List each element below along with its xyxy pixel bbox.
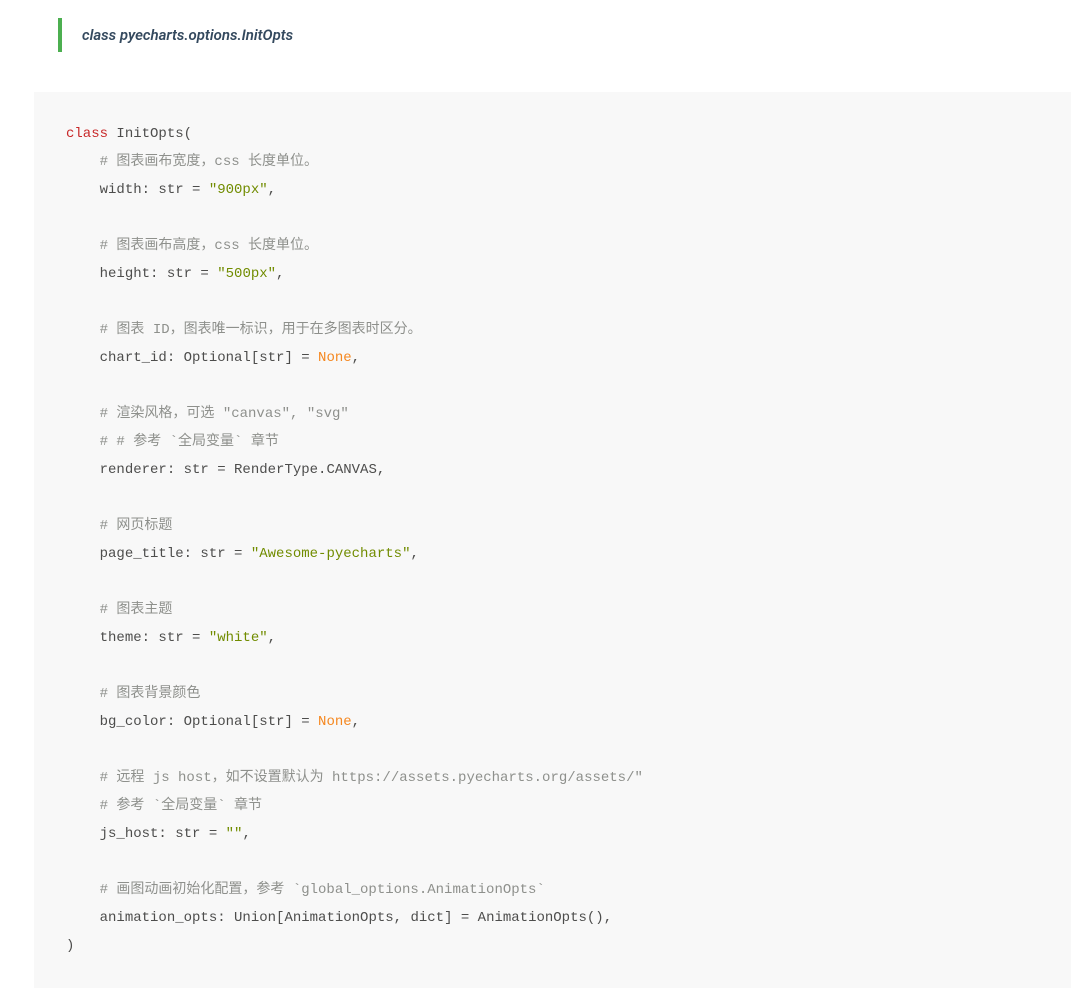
field-chart-id: chart_id: Optional[str] = <box>100 350 318 366</box>
comment-js-host-1: # 远程 js host，如不设置默认为 https://assets.pyec… <box>100 770 643 786</box>
code-block: class InitOpts( # 图表画布宽度，css 长度单位。 width… <box>34 92 1071 988</box>
string-js-host: "" <box>226 826 243 842</box>
comment-bg-color: # 图表背景颜色 <box>100 686 201 702</box>
field-js-host: js_host: str = <box>100 826 226 842</box>
comment-width: # 图表画布宽度，css 长度单位。 <box>100 154 318 170</box>
class-title-block: class pyecharts.options.InitOpts <box>58 18 1071 52</box>
field-theme: theme: str = <box>100 630 209 646</box>
none-chart-id: None <box>318 350 352 366</box>
comment-chart-id: # 图表 ID，图表唯一标识，用于在多图表时区分。 <box>100 322 422 338</box>
string-height: "500px" <box>217 266 276 282</box>
class-name: InitOpts( <box>108 126 192 142</box>
keyword-class: class <box>66 126 108 142</box>
comment-theme: # 图表主题 <box>100 602 173 618</box>
field-page-title: page_title: str = <box>100 546 251 562</box>
string-width: "900px" <box>209 182 268 198</box>
comment-height: # 图表画布高度，css 长度单位。 <box>100 238 318 254</box>
comment-renderer-2: # # 参考 `全局变量` 章节 <box>100 434 279 450</box>
comment-page-title: # 网页标题 <box>100 518 173 534</box>
field-bg-color: bg_color: Optional[str] = <box>100 714 318 730</box>
comment-js-host-2: # 参考 `全局变量` 章节 <box>100 798 262 814</box>
field-renderer: renderer: str = RenderType.CANVAS, <box>100 462 386 478</box>
none-bg-color: None <box>318 714 352 730</box>
comment-renderer-1: # 渲染风格，可选 "canvas", "svg" <box>100 406 349 422</box>
string-theme: "white" <box>209 630 268 646</box>
field-animation: animation_opts: Union[AnimationOpts, dic… <box>100 910 612 926</box>
class-title: class pyecharts.options.InitOpts <box>82 26 1071 44</box>
close-paren: ) <box>66 938 74 954</box>
string-page-title: "Awesome-pyecharts" <box>251 546 411 562</box>
field-height: height: str = <box>100 266 218 282</box>
field-width: width: str = <box>100 182 209 198</box>
